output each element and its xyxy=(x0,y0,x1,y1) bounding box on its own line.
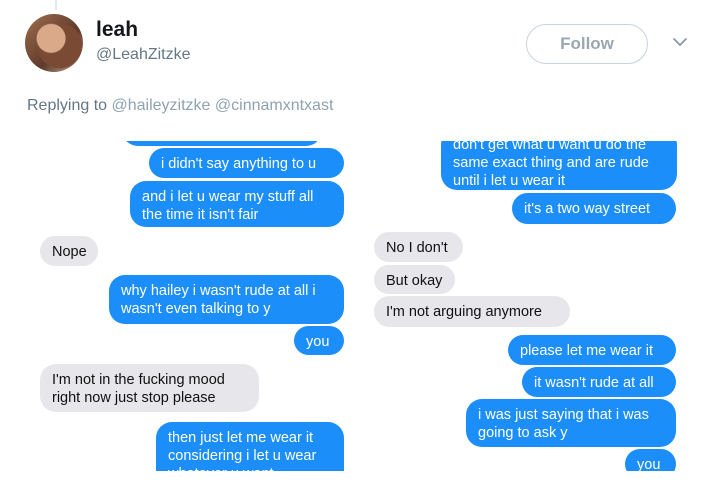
message-bubble-received: Nope xyxy=(34,236,98,266)
message-bubble-sent: why hailey i wasn't rude at all i wasn't… xyxy=(109,275,344,324)
message-bubble-received: No I don't xyxy=(374,232,463,262)
chevron-down-icon[interactable] xyxy=(672,34,688,50)
thread-connector-line xyxy=(55,0,57,10)
message-bubble-sent: i was just saying that i was going to as… xyxy=(466,399,676,447)
message-bubble-received: I'm not in the fucking mood right now ju… xyxy=(34,364,259,412)
replying-to: Replying to @haileyzitzke @cinnamxntxast xyxy=(27,97,333,115)
message-bubble-sent: you xyxy=(625,449,676,471)
message-bubble-received: But okay xyxy=(374,265,455,294)
message-bubble-sent: i didn't say anything to u xyxy=(149,148,344,178)
message-bubble-sent: it's a two way street xyxy=(512,193,682,224)
message-bubble-sent xyxy=(122,141,322,146)
message-bubble-sent: please let me wear it xyxy=(508,335,676,365)
replying-mentions-link[interactable]: @haileyzitzke @cinnamxntxast xyxy=(112,97,334,114)
message-screenshot-left[interactable]: i didn't say anything to u and i let u w… xyxy=(27,141,351,471)
follow-button[interactable]: Follow xyxy=(526,24,648,64)
replying-prefix: Replying to xyxy=(27,97,108,114)
message-bubble-sent: don't get what u want u do the same exac… xyxy=(441,141,677,190)
display-name[interactable]: leah xyxy=(96,18,138,42)
message-bubble-received: I'm not arguing anymore xyxy=(368,296,570,327)
message-bubble-sent: then just let me wear it considering i l… xyxy=(156,422,344,471)
user-handle[interactable]: @LeahZitzke xyxy=(96,46,191,64)
message-bubble-sent: you xyxy=(294,326,350,355)
message-bubble-sent: it wasn't rude at all xyxy=(522,367,676,397)
avatar[interactable] xyxy=(25,14,83,72)
message-bubble-sent: and i let u wear my stuff all the time i… xyxy=(130,181,350,227)
message-screenshot-right[interactable]: don't get what u want u do the same exac… xyxy=(366,141,691,471)
